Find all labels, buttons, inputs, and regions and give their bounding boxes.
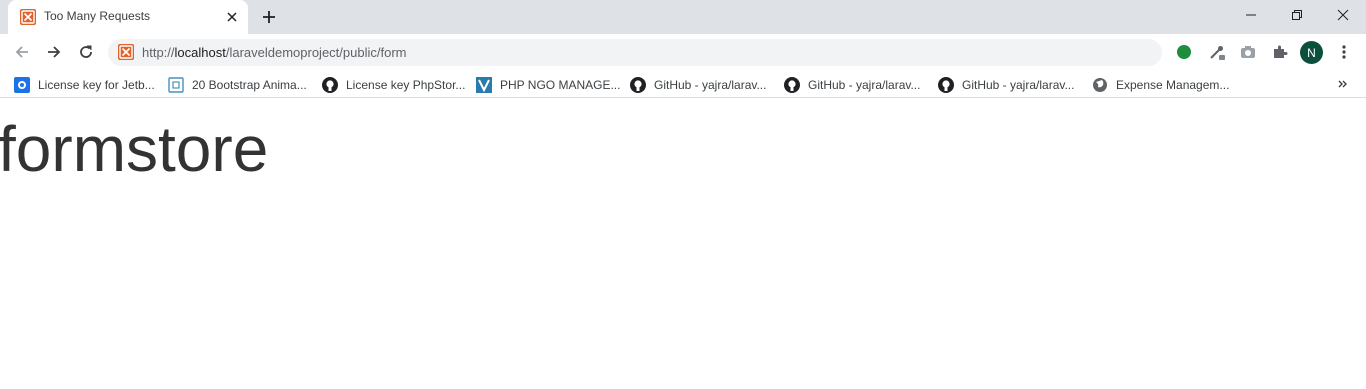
more-bookmarks-chevron-icon[interactable] — [1333, 75, 1353, 93]
github-icon — [938, 77, 954, 93]
url-text: http://localhost/laraveldemoproject/publ… — [142, 45, 406, 60]
bookmark-label: License key PhpStor... — [346, 78, 466, 92]
bookmark-item[interactable]: GitHub - yajra/larav... — [630, 76, 766, 94]
profile-avatar[interactable]: N — [1300, 41, 1323, 64]
jetbrains-icon — [14, 77, 30, 93]
bookmark-item[interactable]: 20 Bootstrap Anima... — [168, 76, 307, 94]
bookmark-item[interactable]: Expense Managem... — [1092, 76, 1229, 94]
github-icon — [322, 77, 338, 93]
bookmark-item[interactable]: License key PhpStor... — [322, 76, 465, 94]
codecanyon-icon — [476, 77, 492, 93]
browser-toolbar: http://localhost/laraveldemoproject/publ… — [0, 34, 1366, 70]
forward-arrow-icon[interactable] — [40, 38, 68, 66]
bookmark-label: Expense Managem... — [1116, 78, 1230, 92]
url-path: /laraveldemoproject/public/form — [225, 45, 407, 60]
page-heading: formstore — [0, 113, 269, 185]
grammarly-icon[interactable] — [1172, 40, 1196, 64]
close-tab-icon[interactable] — [222, 7, 242, 27]
github-icon — [630, 77, 646, 93]
bookmark-label: GitHub - yajra/larav... — [654, 78, 767, 92]
camera-icon[interactable] — [1236, 40, 1260, 64]
bookmarks-bar: License key for Jetb... 20 Bootstrap Ani… — [0, 70, 1366, 98]
github-icon — [784, 77, 800, 93]
bookmark-label: 20 Bootstrap Anima... — [192, 78, 307, 92]
xampp-icon — [20, 9, 36, 25]
bookmark-item[interactable]: PHP NGO MANAGE... — [476, 76, 620, 94]
new-tab-icon[interactable] — [258, 6, 280, 28]
eyedropper-icon[interactable] — [1205, 40, 1229, 64]
close-window-icon[interactable] — [1320, 0, 1366, 30]
bookmark-label: GitHub - yajra/larav... — [962, 78, 1075, 92]
reload-icon[interactable] — [72, 38, 100, 66]
xampp-icon — [118, 44, 134, 60]
bookmark-label: PHP NGO MANAGE... — [500, 78, 621, 92]
bookmark-item[interactable]: GitHub - yajra/larav... — [784, 76, 920, 94]
tab-title: Too Many Requests — [44, 9, 151, 23]
bookmark-label: License key for Jetb... — [38, 78, 155, 92]
bookmark-item[interactable]: License key for Jetb... — [14, 76, 155, 94]
extensions-puzzle-icon[interactable] — [1268, 40, 1292, 64]
back-arrow-icon[interactable] — [8, 38, 36, 66]
menu-kebab-icon[interactable] — [1332, 40, 1356, 64]
bootstrap-icon — [168, 77, 184, 93]
browser-tab[interactable]: Too Many Requests — [8, 0, 248, 34]
address-bar[interactable]: http://localhost/laraveldemoproject/publ… — [108, 39, 1162, 66]
globe-icon — [1092, 77, 1108, 93]
page-content: formstore — [0, 99, 1366, 389]
tab-strip: Too Many Requests — [0, 0, 1366, 34]
url-host: localhost — [174, 45, 226, 60]
minimize-icon[interactable] — [1228, 0, 1274, 30]
url-scheme: http:// — [142, 45, 175, 60]
bookmark-item[interactable]: GitHub - yajra/larav... — [938, 76, 1074, 94]
restore-icon[interactable] — [1274, 0, 1320, 30]
bookmark-label: GitHub - yajra/larav... — [808, 78, 921, 92]
